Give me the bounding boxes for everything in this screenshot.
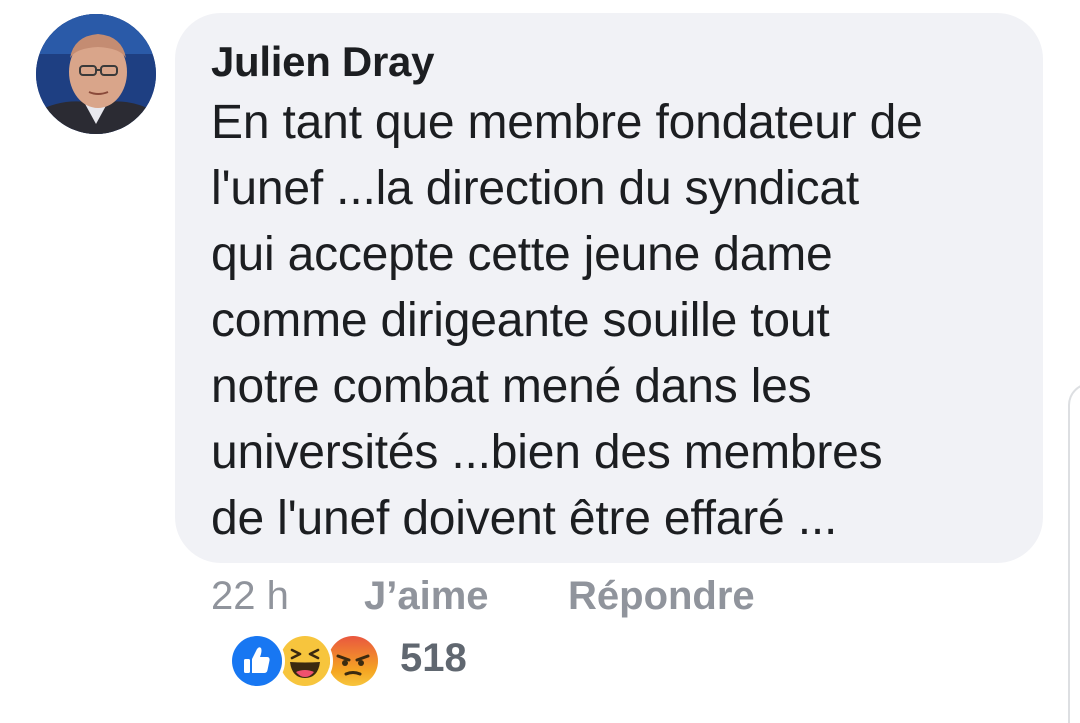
comment-text: En tant que membre fondateur de l'unef .… [211, 90, 1031, 552]
comment-author[interactable]: Julien Dray [211, 38, 434, 86]
comment-timestamp[interactable]: 22 h [211, 574, 289, 619]
comment-text-line: En tant que membre fondateur de [211, 96, 923, 149]
comment-text-line: l'unef ...la direction du syndicat [211, 162, 860, 215]
reply-button[interactable]: Répondre [568, 574, 755, 619]
avatar-portrait-icon [36, 14, 156, 134]
reaction-count: 518 [400, 636, 467, 680]
reactions-summary[interactable]: 518 [229, 633, 489, 689]
like-icon [229, 633, 285, 689]
avatar[interactable] [36, 14, 156, 134]
haha-icon [277, 633, 333, 689]
comment-text-line: notre combat mené dans les [211, 360, 812, 413]
angry-icon [325, 633, 381, 689]
comment-text-line: qui accepte cette jeune dame [211, 228, 833, 281]
comment-screen: Julien Dray En tant que membre fondateur… [0, 0, 1080, 723]
comment-text-line: universités ...bien des membres [211, 426, 883, 479]
side-panel-edge [1068, 383, 1080, 723]
like-button[interactable]: J’aime [364, 574, 489, 619]
comment-text-line: comme dirigeante souille tout [211, 294, 830, 347]
comment-text-line: de l'unef doivent être effaré ... [211, 492, 838, 545]
